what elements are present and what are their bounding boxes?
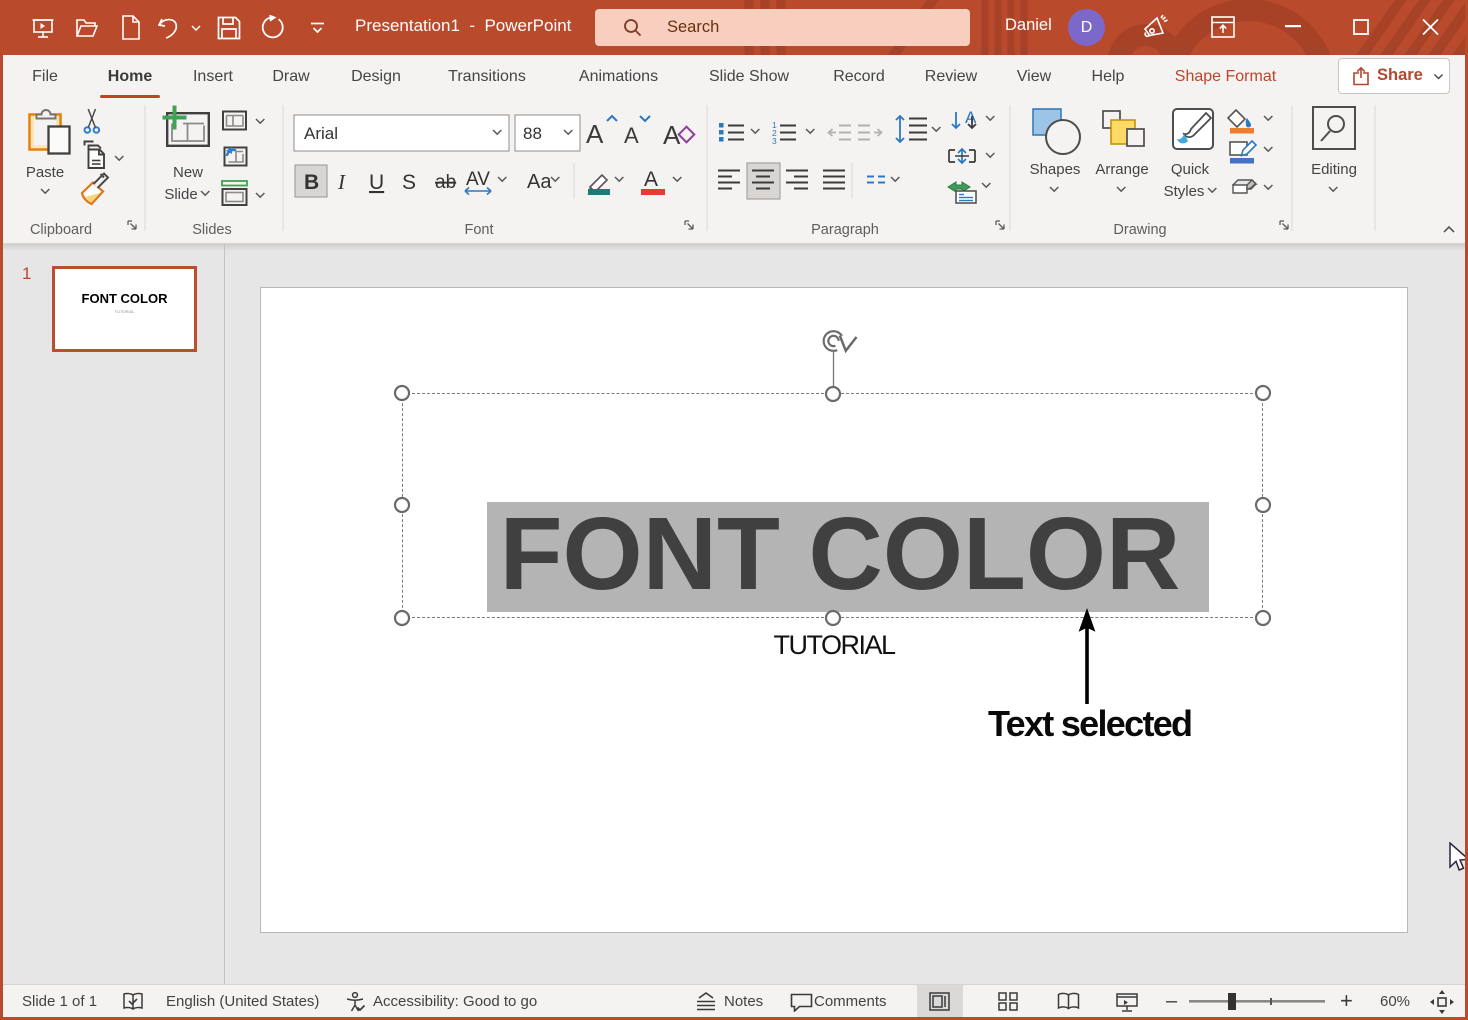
svg-text:Aa: Aa [527, 171, 552, 193]
svg-text:New: New [173, 164, 203, 181]
svg-text:Paragraph: Paragraph [811, 222, 879, 238]
svg-text:A: A [624, 123, 639, 148]
svg-text:Styles: Styles [1164, 183, 1205, 200]
svg-text:A: A [586, 119, 604, 149]
svg-text:88: 88 [523, 124, 542, 143]
svg-text:Slide: Slide [164, 186, 197, 203]
svg-text:B: B [304, 171, 319, 194]
svg-text:Arrange: Arrange [1095, 161, 1148, 178]
svg-text:S: S [402, 171, 416, 194]
svg-text:Paste: Paste [26, 164, 64, 181]
svg-text:I: I [337, 170, 346, 194]
svg-text:Clipboard: Clipboard [30, 222, 92, 238]
svg-text:Drawing: Drawing [1113, 222, 1166, 238]
svg-text:Quick: Quick [1171, 161, 1210, 178]
svg-text:AV: AV [466, 169, 490, 190]
svg-text:A: A [644, 168, 658, 191]
svg-text:Font: Font [464, 222, 493, 238]
svg-text:Arial: Arial [304, 124, 338, 143]
svg-text:Shapes: Shapes [1030, 161, 1081, 178]
svg-text:ab: ab [435, 172, 456, 193]
svg-text:U: U [369, 171, 384, 194]
svg-text:3: 3 [772, 136, 777, 146]
svg-text:Slides: Slides [192, 222, 232, 238]
svg-text:Editing: Editing [1311, 161, 1357, 178]
